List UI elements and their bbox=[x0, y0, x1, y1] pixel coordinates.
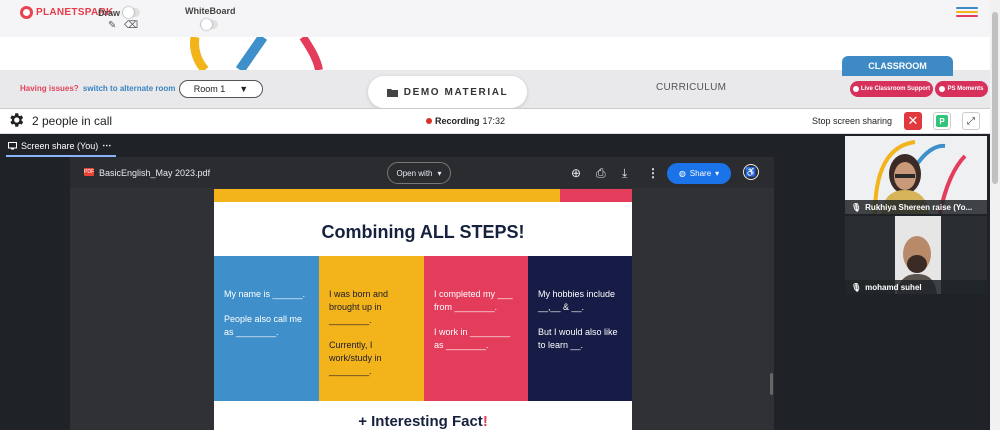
pdf-file-icon: PDF bbox=[84, 168, 94, 176]
open-with-label: Open with bbox=[396, 168, 433, 178]
alternate-room-link[interactable]: switch to alternate room bbox=[83, 84, 175, 93]
microphone-icon: 🎙 bbox=[851, 282, 862, 292]
classroom-page: PLANETSPARK Draw ✎ ⌫ WhiteBoard Having i… bbox=[0, 0, 1000, 430]
column-text: But I would also like to learn __. bbox=[538, 327, 618, 350]
recording-time: 17:32 bbox=[482, 116, 506, 126]
participant-name-bar: 🎙 Rukhiya Shereen raise (Yo... bbox=[845, 200, 987, 214]
gear-icon[interactable] bbox=[7, 111, 25, 129]
screen-share-tab-label: Screen share (You) bbox=[21, 140, 99, 151]
demo-material-button[interactable]: DEMO MATERIAL bbox=[368, 76, 527, 108]
participant-tile[interactable]: 🎙 Rukhiya Shereen raise (Yo... bbox=[845, 136, 987, 214]
recording-label: Recording bbox=[435, 116, 480, 126]
close-icon[interactable]: ✕ bbox=[904, 112, 922, 130]
slide-stripe-yellow bbox=[214, 189, 560, 202]
page-scrollbar-thumb[interactable] bbox=[992, 12, 998, 184]
globe-icon: ◍ bbox=[678, 169, 686, 178]
moments-icon bbox=[939, 86, 946, 92]
participant-tile[interactable]: 🎙 mohamd suhel bbox=[845, 216, 987, 294]
pdf-file-name: BasicEnglish_May 2023.pdf bbox=[99, 168, 211, 178]
participant-initial: P bbox=[936, 115, 948, 127]
slide-column-education: I completed my ___ from ________. I work… bbox=[424, 256, 528, 401]
download-icon[interactable]: ⤓ bbox=[622, 166, 627, 181]
pdf-share-button[interactable]: ◍ Share ▾ bbox=[667, 163, 731, 184]
share-dropdown-icon: ▾ bbox=[715, 169, 720, 178]
column-text: My hobbies include __,__ & __. bbox=[538, 289, 616, 312]
ps-moments-label: PS Moments bbox=[947, 86, 984, 92]
more-vert-icon[interactable]: ⋮ bbox=[647, 166, 659, 180]
live-support-label: Live Classroom Support bbox=[860, 86, 931, 92]
fact-mark: ! bbox=[482, 413, 488, 430]
accessibility-icon[interactable]: ♿ bbox=[743, 164, 759, 180]
ps-moments-button[interactable]: PS Moments bbox=[935, 81, 988, 97]
slide-stripe-red bbox=[560, 189, 632, 202]
folder-icon bbox=[386, 88, 398, 97]
participant-name-bar: 🎙 mohamd suhel bbox=[845, 280, 987, 294]
top-bar bbox=[0, 0, 990, 37]
add-to-drive-icon[interactable]: ⊕ bbox=[571, 166, 581, 180]
participant-name: mohamd suhel bbox=[865, 282, 922, 292]
open-with-button[interactable]: Open with ▾ bbox=[387, 162, 451, 184]
support-icon bbox=[852, 86, 859, 92]
pencil-icon[interactable]: ✎ bbox=[108, 20, 116, 31]
interesting-fact-heading: + Interesting Fact! bbox=[214, 413, 632, 430]
issues-notice: Having issues? switch to alternate room bbox=[20, 84, 175, 93]
curriculum-tab[interactable]: CURRICULUM bbox=[656, 82, 726, 93]
column-text: I was born and brought up in ________. bbox=[329, 289, 389, 325]
decorative-arcs bbox=[190, 37, 323, 72]
eraser-icon[interactable]: ⌫ bbox=[124, 20, 138, 31]
hamburger-menu-icon[interactable] bbox=[956, 7, 978, 19]
people-in-call: 2 people in call bbox=[32, 114, 113, 128]
classroom-tab[interactable]: CLASSROOM bbox=[842, 56, 953, 76]
column-text: I work in ________ as ________. bbox=[434, 327, 511, 350]
column-text: I completed my ___ from ________. bbox=[434, 289, 513, 312]
expand-icon[interactable]: ⤢ bbox=[962, 112, 980, 130]
issues-text: Having issues? bbox=[20, 84, 79, 93]
room-select[interactable]: Room 1 ▼ bbox=[179, 80, 263, 98]
more-options-icon[interactable]: ⋯ bbox=[102, 140, 112, 151]
chevron-down-icon: ▾ bbox=[437, 168, 442, 178]
screen-share-tab[interactable]: Screen share (You) ⋯ bbox=[8, 140, 112, 151]
participant-avatar-button[interactable]: P bbox=[933, 112, 951, 130]
slide-title: Combining ALL STEPS! bbox=[321, 222, 525, 242]
draw-toggle[interactable] bbox=[122, 7, 140, 18]
pdf-scrollbar[interactable] bbox=[770, 373, 773, 395]
demo-material-label: DEMO MATERIAL bbox=[403, 86, 509, 98]
column-text: Currently, I work/study in ________. bbox=[329, 340, 382, 376]
live-classroom-support-button[interactable]: Live Classroom Support bbox=[850, 81, 933, 97]
participant-name: Rukhiya Shereen raise (Yo... bbox=[865, 202, 973, 212]
slide-column-hobbies: My hobbies include __,__ & __. But I wou… bbox=[528, 256, 632, 401]
column-text: My name is ______. bbox=[224, 289, 306, 299]
recording-dot-icon bbox=[426, 118, 432, 124]
recording-indicator: Recording 17:32 bbox=[426, 116, 505, 126]
whiteboard-toggle[interactable] bbox=[200, 19, 218, 30]
draw-label: Draw bbox=[98, 8, 121, 18]
logo-mark-icon bbox=[20, 6, 33, 19]
screen-share-icon bbox=[8, 141, 17, 149]
microphone-icon: 🎙 bbox=[851, 202, 862, 212]
room-select-value: Room 1 bbox=[193, 84, 226, 94]
slide-column-birthplace: I was born and brought up in ________. C… bbox=[319, 256, 424, 401]
stop-screen-sharing-label[interactable]: Stop screen sharing bbox=[812, 116, 892, 126]
whiteboard-label: WhiteBoard bbox=[185, 6, 236, 16]
print-icon[interactable]: ⎙ bbox=[596, 166, 606, 181]
dropdown-arrow-icon: ▼ bbox=[239, 84, 249, 94]
share-label: Share bbox=[689, 169, 712, 178]
column-text: People also call me as ________. bbox=[224, 314, 303, 337]
fact-text: + Interesting Fact bbox=[358, 413, 483, 430]
slide-column-name: My name is ______. People also call me a… bbox=[214, 256, 319, 401]
